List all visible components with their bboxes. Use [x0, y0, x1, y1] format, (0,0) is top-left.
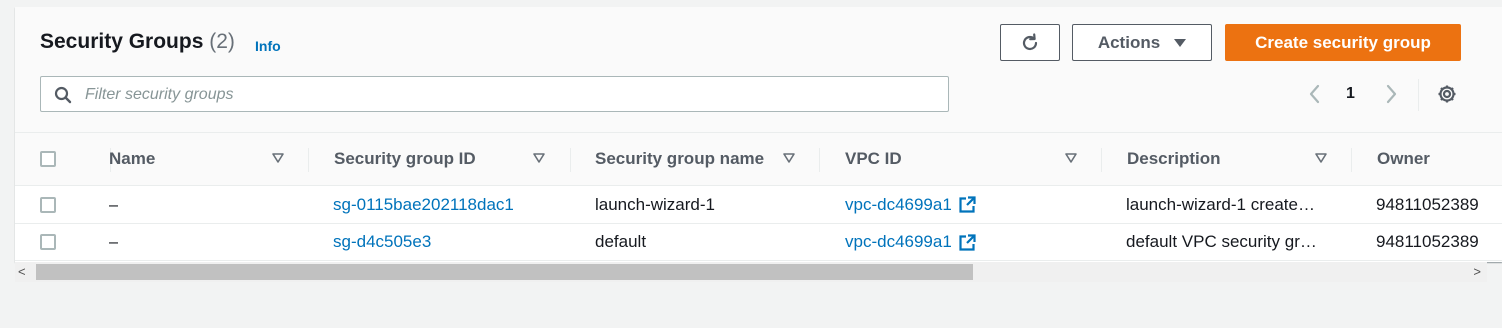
select-all-cell	[40, 133, 56, 185]
actions-label: Actions	[1097, 32, 1161, 52]
horizontal-scrollbar[interactable]: < >	[15, 262, 1487, 282]
column-header-description[interactable]: Description	[1127, 133, 1221, 185]
column-divider	[570, 148, 571, 172]
select-all-checkbox[interactable]	[40, 151, 56, 167]
title-count: (2)	[209, 30, 235, 53]
chevron-right-icon[interactable]	[1381, 83, 1401, 105]
sort-icon[interactable]	[783, 152, 795, 164]
table-row[interactable]: – sg-d4c505e3 default vpc-dc4699a1 defau…	[15, 224, 1502, 261]
row-vpc-cell: vpc-dc4699a1	[845, 224, 976, 260]
caret-down-icon	[1174, 38, 1187, 47]
column-header-sg-name[interactable]: Security group name	[595, 133, 764, 185]
sort-icon[interactable]	[272, 152, 284, 164]
row-description: default VPC security gr…	[1126, 232, 1317, 251]
chevron-left-icon[interactable]	[1305, 83, 1325, 105]
sort-icon[interactable]	[533, 152, 545, 164]
column-header-sg-id[interactable]: Security group ID	[334, 133, 476, 185]
actions-button[interactable]: Actions	[1072, 24, 1212, 61]
scroll-right-arrow-icon[interactable]: >	[1473, 264, 1481, 279]
column-header-name[interactable]: Name	[109, 133, 155, 185]
page-title: Security Groups (2)	[40, 30, 235, 54]
scrollbar-thumb[interactable]	[36, 264, 973, 280]
column-divider	[1351, 148, 1352, 172]
row-checkbox[interactable]	[40, 196, 56, 213]
external-link-icon[interactable]	[959, 233, 976, 251]
current-page[interactable]: 1	[1346, 85, 1355, 103]
row-sg-name: launch-wizard-1	[595, 194, 715, 214]
row-select-cell	[40, 224, 56, 260]
row-vpc-cell: vpc-dc4699a1	[845, 186, 976, 223]
column-header-owner[interactable]: Owner	[1377, 133, 1430, 185]
sort-icon[interactable]	[1315, 152, 1327, 164]
security-groups-panel: Security Groups (2) Info Actions Create …	[15, 7, 1502, 262]
refresh-icon	[1022, 32, 1038, 50]
row-vpc-id-link[interactable]: vpc-dc4699a1	[845, 232, 952, 252]
sort-icon[interactable]	[1065, 152, 1077, 164]
row-sg-name: default	[595, 232, 647, 251]
scroll-left-arrow-icon[interactable]: <	[18, 264, 26, 279]
title-text: Security Groups	[40, 30, 204, 53]
column-divider	[308, 148, 309, 172]
column-header-vpc-id[interactable]: VPC ID	[845, 133, 902, 185]
search-icon	[54, 86, 72, 104]
row-owner: 94811052389	[1376, 194, 1479, 214]
row-sg-id-link[interactable]: sg-0115bae202118dac1	[333, 186, 514, 223]
column-divider	[819, 148, 820, 172]
row-checkbox[interactable]	[40, 234, 56, 250]
table-header-row: Name Security group ID Security group na…	[15, 132, 1502, 186]
search-input[interactable]	[83, 77, 937, 113]
row-name: –	[109, 194, 119, 214]
row-select-cell	[40, 186, 56, 223]
info-link[interactable]: Info	[255, 38, 281, 54]
pager-divider	[1418, 79, 1419, 111]
refresh-button[interactable]	[1000, 24, 1060, 61]
create-security-group-button[interactable]: Create security group	[1225, 24, 1461, 61]
column-divider	[1101, 148, 1102, 172]
row-description: launch-wizard-1 create…	[1126, 194, 1315, 214]
table-row[interactable]: – sg-0115bae202118dac1 launch-wizard-1 v…	[15, 186, 1502, 224]
search-box[interactable]	[40, 76, 949, 113]
row-owner: 94811052389	[1376, 232, 1479, 251]
gear-icon[interactable]	[1436, 83, 1458, 105]
row-vpc-id-link[interactable]: vpc-dc4699a1	[845, 195, 952, 215]
row-sg-id-link[interactable]: sg-d4c505e3	[333, 224, 431, 260]
row-name: –	[109, 232, 119, 251]
external-link-icon[interactable]	[959, 196, 976, 213]
panel-header: Security Groups (2) Info Actions Create …	[15, 7, 1502, 132]
